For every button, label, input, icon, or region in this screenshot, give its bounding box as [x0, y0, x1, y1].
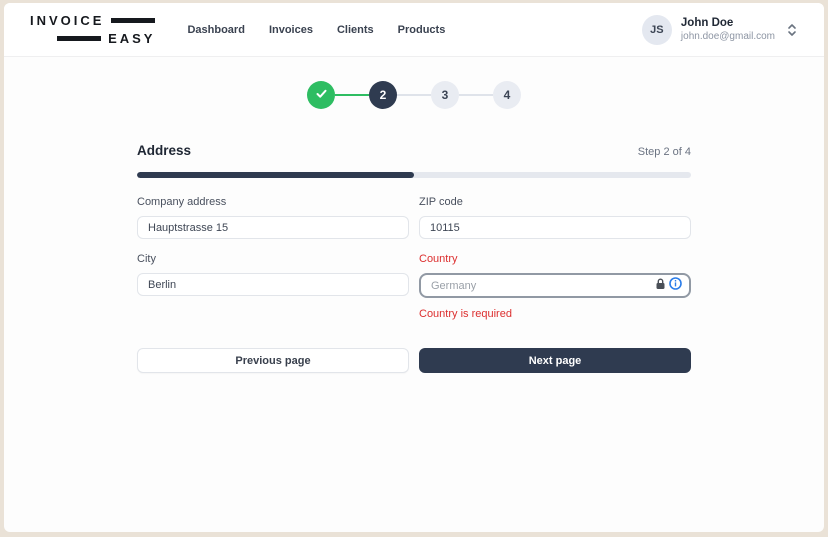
- step-connector-3: [459, 94, 493, 96]
- step-connector-1: [335, 94, 369, 96]
- logo-bar-bottom: [57, 36, 101, 41]
- next-page-button[interactable]: Next page: [419, 348, 691, 373]
- info-icon[interactable]: [669, 277, 682, 295]
- company-address-label: Company address: [137, 196, 409, 208]
- brand-word-easy: EASY: [108, 31, 155, 46]
- step-connector-2: [397, 94, 431, 96]
- logo-line-1: INVOICE: [30, 13, 155, 28]
- nav-item-clients[interactable]: Clients: [337, 24, 374, 36]
- user-menu[interactable]: JS John Doe john.doe@gmail.com: [642, 15, 798, 45]
- lock-icon: [655, 277, 666, 295]
- country-error-message: Country is required: [419, 308, 691, 320]
- city-label: City: [137, 253, 409, 265]
- nav-item-products[interactable]: Products: [398, 24, 446, 36]
- country-field-group: Country: [419, 253, 691, 320]
- step-indicator: Step 2 of 4: [638, 146, 691, 158]
- nav-item-invoices[interactable]: Invoices: [269, 24, 313, 36]
- logo-bar-top: [111, 18, 155, 23]
- zip-code-label: ZIP code: [419, 196, 691, 208]
- page-title: Address: [137, 143, 191, 158]
- progress-bar: [137, 172, 691, 178]
- logo-line-2: EASY: [57, 31, 155, 46]
- country-label: Country: [419, 253, 691, 265]
- progress-fill: [137, 172, 414, 178]
- step-1-complete[interactable]: [307, 81, 335, 109]
- user-email: john.doe@gmail.com: [681, 31, 775, 42]
- main-nav: Dashboard Invoices Clients Products: [187, 24, 445, 36]
- step-3-upcoming[interactable]: 3: [431, 81, 459, 109]
- user-meta: John Doe john.doe@gmail.com: [681, 17, 775, 42]
- header: INVOICE EASY Dashboard Invoices Clients …: [4, 3, 824, 57]
- country-input-wrap: [419, 273, 691, 298]
- company-address-input[interactable]: [137, 216, 409, 239]
- previous-page-button[interactable]: Previous page: [137, 348, 409, 373]
- company-address-field-group: Company address: [137, 196, 409, 239]
- section-head: Address Step 2 of 4: [137, 143, 691, 158]
- check-icon: [315, 87, 328, 103]
- form-buttons: Previous page Next page: [137, 348, 691, 373]
- user-name: John Doe: [681, 17, 775, 29]
- wizard-stepper: 2 3 4: [4, 81, 824, 109]
- brand-logo[interactable]: INVOICE EASY: [30, 13, 155, 46]
- step-2-current[interactable]: 2: [369, 81, 397, 109]
- up-down-chevron-icon: [786, 23, 798, 37]
- country-field-icons: [655, 277, 682, 295]
- app-window: INVOICE EASY Dashboard Invoices Clients …: [4, 3, 824, 532]
- nav-item-dashboard[interactable]: Dashboard: [187, 24, 244, 36]
- zip-code-field-group: ZIP code: [419, 196, 691, 239]
- step-4-upcoming[interactable]: 4: [493, 81, 521, 109]
- zip-code-input[interactable]: [419, 216, 691, 239]
- city-field-group: City: [137, 253, 409, 320]
- avatar: JS: [642, 15, 672, 45]
- country-input[interactable]: [419, 273, 691, 298]
- form-grid: Company address ZIP code City Country: [137, 196, 691, 320]
- city-input[interactable]: [137, 273, 409, 296]
- address-form-section: Address Step 2 of 4 Company address ZIP …: [137, 143, 691, 373]
- brand-word-invoice: INVOICE: [30, 13, 104, 28]
